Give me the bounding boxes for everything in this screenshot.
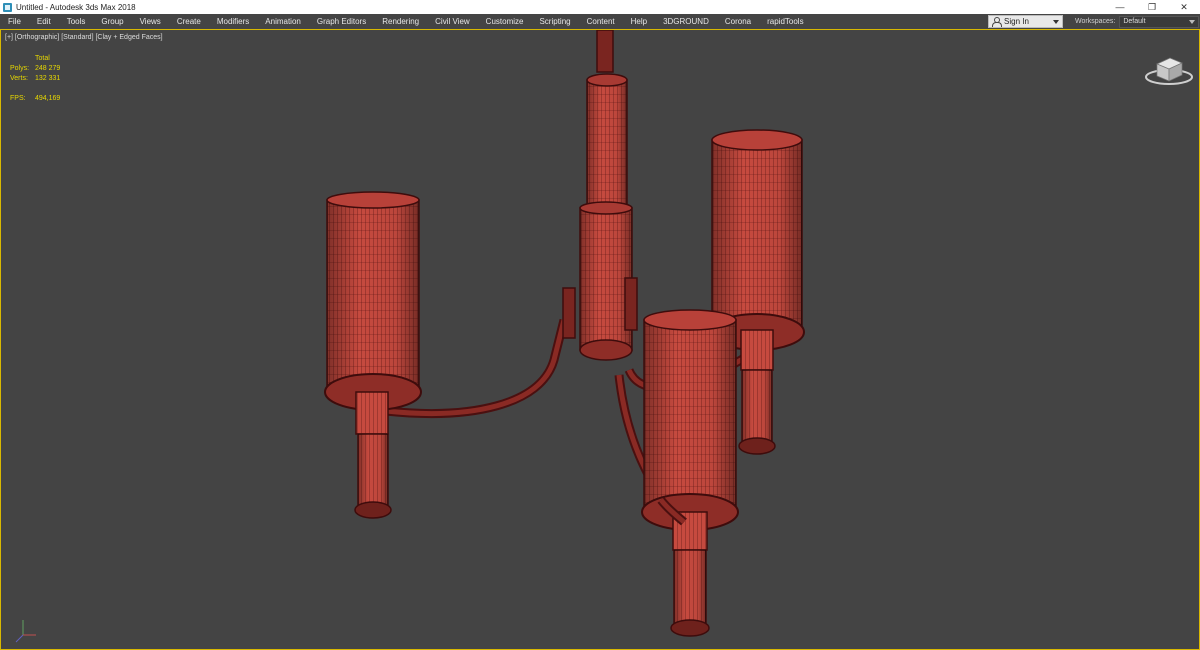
verts-value: 132 331 xyxy=(35,75,61,82)
workspaces-selector: Workspaces: Default xyxy=(1075,14,1200,29)
left-lamp-shade xyxy=(324,191,422,411)
minimize-button[interactable]: — xyxy=(1104,0,1136,14)
menu-corona[interactable]: Corona xyxy=(717,14,759,29)
stats-header: Total xyxy=(35,55,50,62)
menu-tools[interactable]: Tools xyxy=(59,14,94,29)
polys-label: Polys: xyxy=(10,65,30,72)
menu-file[interactable]: File xyxy=(0,14,29,29)
menu-rapidtools[interactable]: rapidTools xyxy=(759,14,811,29)
app-logo-icon xyxy=(3,2,12,12)
title-bar: Untitled - Autodesk 3ds Max 2018 — ❐ ✕ xyxy=(0,0,1200,14)
fps-value: 494,169 xyxy=(35,95,61,102)
sign-in-label: Sign In xyxy=(1004,17,1029,26)
menu-customize[interactable]: Customize xyxy=(478,14,532,29)
workspaces-dropdown[interactable]: Default xyxy=(1119,15,1200,28)
menu-views[interactable]: Views xyxy=(132,14,169,29)
close-button[interactable]: ✕ xyxy=(1168,0,1200,14)
verts-label: Verts: xyxy=(10,75,28,82)
right-candle-socket xyxy=(738,329,776,455)
restore-button[interactable]: ❐ xyxy=(1136,0,1168,14)
menu-graph-editors[interactable]: Graph Editors xyxy=(309,14,374,29)
center-column-upper xyxy=(586,73,628,209)
fps-label: FPS: xyxy=(10,95,26,102)
menu-3dground[interactable]: 3DGROUND xyxy=(655,14,717,29)
window-controls: — ❐ ✕ xyxy=(1104,0,1200,14)
menu-civil-view[interactable]: Civil View xyxy=(427,14,478,29)
viewport-label[interactable]: [+] [Orthographic] [Standard] [Clay + Ed… xyxy=(5,34,163,41)
menu-group[interactable]: Group xyxy=(93,14,131,29)
statistics-overlay: Total Polys: 248 279 Verts: 132 331 FPS: 49… xyxy=(10,54,85,104)
menu-scripting[interactable]: Scripting xyxy=(531,14,578,29)
menu-help[interactable]: Help xyxy=(623,14,655,29)
menu-modifiers[interactable]: Modifiers xyxy=(209,14,257,29)
chevron-down-icon xyxy=(1189,19,1196,24)
front-candle-socket xyxy=(670,511,710,637)
menu-content[interactable]: Content xyxy=(579,14,623,29)
left-candle-socket xyxy=(354,391,392,519)
user-icon xyxy=(992,17,1002,27)
viewcube-icon[interactable] xyxy=(1144,52,1194,86)
menu-create[interactable]: Create xyxy=(169,14,209,29)
chevron-down-icon xyxy=(1053,20,1059,24)
menu-bar: File Edit Tools Group Views Create Modif… xyxy=(0,14,1200,29)
menu-animation[interactable]: Animation xyxy=(257,14,309,29)
workspaces-value: Default xyxy=(1123,17,1146,25)
axis-tripod-icon xyxy=(15,620,36,643)
menu-rendering[interactable]: Rendering xyxy=(374,14,427,29)
menu-edit[interactable]: Edit xyxy=(29,14,59,29)
window-title: Untitled - Autodesk 3ds Max 2018 xyxy=(16,2,136,12)
viewport[interactable]: [+] [Orthographic] [Standard] [Clay + Ed… xyxy=(0,29,1200,650)
chandelier-model[interactable] xyxy=(1,30,1200,650)
sign-in-dropdown[interactable]: Sign In xyxy=(988,15,1063,28)
front-lamp-shade xyxy=(641,309,739,531)
center-column-lower xyxy=(579,201,633,361)
workspaces-label: Workspaces: xyxy=(1075,18,1116,25)
polys-value: 248 279 xyxy=(35,65,61,72)
